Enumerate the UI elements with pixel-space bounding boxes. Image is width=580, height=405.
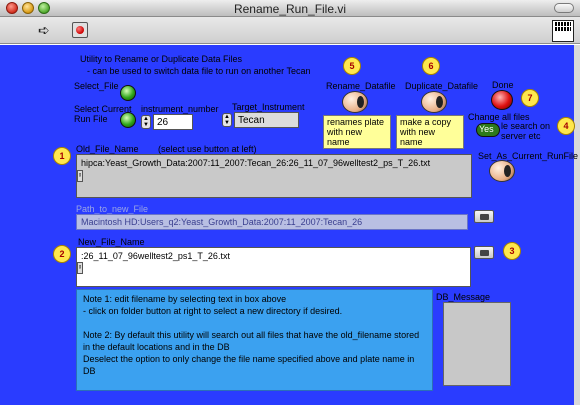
old-file-name-scroll-icon[interactable]: ᵍ bbox=[77, 170, 83, 182]
utility-description-subtitle: - can be used to switch data file to run… bbox=[87, 66, 311, 76]
utility-description-title: Utility to Rename or Duplicate Data File… bbox=[80, 54, 243, 64]
callout-badge-3: 3 bbox=[503, 242, 521, 260]
db-message-label: DB_Message bbox=[436, 292, 491, 302]
rename-datafile-label: Rename_Datafile bbox=[326, 81, 396, 91]
target-instrument-ring[interactable]: Tecan bbox=[234, 112, 299, 128]
title-bar: Rename_Run_File.vi bbox=[0, 0, 580, 17]
target-instrument-stepper[interactable]: ▲ ▼ bbox=[222, 113, 232, 127]
abort-execution-icon[interactable] bbox=[72, 22, 88, 38]
done-label: Done bbox=[492, 80, 514, 90]
instrument-number-input[interactable]: 26 bbox=[153, 114, 193, 130]
toolbar-toggle-button[interactable] bbox=[554, 3, 574, 13]
instrument-number-label: instrument_number bbox=[141, 104, 219, 114]
browse-new-file-folder-icon[interactable] bbox=[474, 246, 494, 259]
run-arrow-icon[interactable]: ➪ bbox=[38, 23, 50, 37]
old-file-name-label: Old_File_Name bbox=[76, 144, 139, 154]
old-file-name-hint: (select use button at left) bbox=[158, 144, 257, 154]
set-as-current-runfile-label: Set_As_Current_RunFile bbox=[478, 151, 579, 161]
select-current-run-file-button[interactable] bbox=[120, 112, 136, 128]
db-message-field bbox=[443, 302, 511, 386]
select-file-label: Select_File bbox=[74, 81, 119, 91]
rename-datafile-button[interactable] bbox=[342, 91, 368, 113]
window-title: Rename_Run_File.vi bbox=[233, 2, 347, 16]
callout-badge-6: 6 bbox=[422, 57, 440, 75]
usage-notes: Note 1: edit filename by selecting text … bbox=[76, 289, 433, 391]
callout-badge-7: 7 bbox=[521, 89, 539, 107]
callout-badge-5: 5 bbox=[343, 57, 361, 75]
vi-connector-icon bbox=[552, 20, 574, 42]
change-all-files-sublabel: le search on server etc bbox=[501, 121, 551, 141]
select-file-button[interactable] bbox=[120, 85, 136, 101]
instrument-number-control: ▲ ▼ 26 bbox=[141, 114, 195, 130]
toolbar: ➪ bbox=[0, 17, 580, 44]
path-to-new-file-label: Path_to_new_File bbox=[76, 204, 149, 214]
path-to-new-file-field[interactable]: Macintosh HD:Users_q2:Yeast_Growth_Data:… bbox=[76, 214, 468, 230]
panel-scroll-edge bbox=[574, 45, 580, 405]
duplicate-datafile-label: Duplicate_Datafile bbox=[405, 81, 479, 91]
new-file-name-scroll-icon[interactable]: ᵍ bbox=[77, 262, 83, 274]
target-instrument-control: ▲ ▼ Tecan bbox=[222, 112, 300, 128]
change-all-files-toggle-text: Yes bbox=[479, 124, 494, 134]
duplicate-note: make a copy with new name bbox=[396, 115, 464, 149]
set-as-current-runfile-button[interactable] bbox=[489, 160, 515, 182]
browse-path-folder-icon[interactable] bbox=[474, 210, 494, 223]
old-file-name-field[interactable]: hipca:Yeast_Growth_Data:2007:11_2007:Tec… bbox=[76, 154, 472, 198]
duplicate-datafile-button[interactable] bbox=[421, 91, 447, 113]
new-file-name-label: New_File_Name bbox=[78, 237, 145, 247]
callout-badge-1: 1 bbox=[53, 147, 71, 165]
new-file-name-input[interactable]: :26_11_07_96welltest2_ps1_T_26.txt bbox=[76, 247, 471, 287]
rename-note: renames plate with new name bbox=[323, 115, 391, 149]
vi-window: Rename_Run_File.vi ➪ Utility to Rename o… bbox=[0, 0, 580, 405]
target-instrument-label: Target_Instrument bbox=[232, 102, 305, 112]
callout-badge-4: 4 bbox=[557, 117, 575, 135]
done-button[interactable] bbox=[491, 90, 513, 110]
instrument-number-stepper[interactable]: ▲ ▼ bbox=[141, 115, 151, 129]
change-all-files-toggle[interactable]: Yes bbox=[476, 123, 500, 137]
callout-badge-2: 2 bbox=[53, 245, 71, 263]
